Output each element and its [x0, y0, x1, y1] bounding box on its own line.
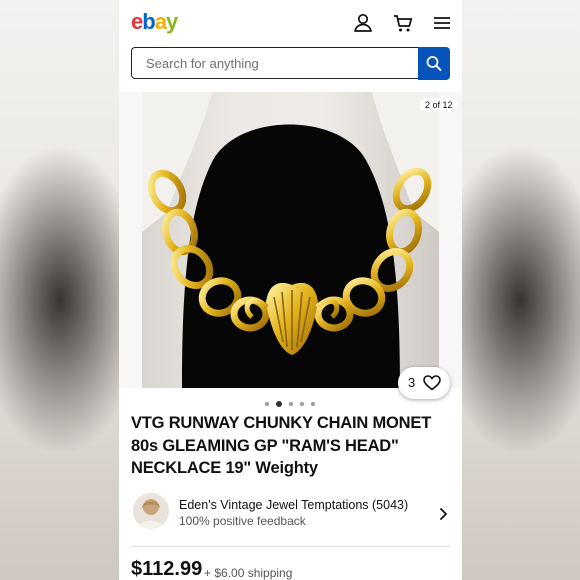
pagination-dot-active[interactable]	[276, 401, 282, 407]
price: $112.99	[131, 558, 203, 580]
search-button[interactable]	[418, 47, 450, 80]
seller-feedback: 100% positive feedback	[179, 514, 306, 528]
search-bar: Search for anything	[131, 47, 450, 80]
shipping-cost: + $6.00 shipping	[204, 566, 293, 580]
logo-letter-a: a	[154, 9, 167, 34]
logo-letter-b: b	[142, 9, 155, 34]
watch-count: 3	[408, 375, 416, 390]
watch-button[interactable]: 3	[398, 367, 450, 399]
chevron-right-icon[interactable]	[437, 507, 449, 521]
top-bar: ebay	[119, 0, 462, 44]
search-icon	[426, 56, 442, 71]
account-icon[interactable]	[352, 12, 374, 34]
pagination-dot[interactable]	[289, 402, 293, 406]
image-gallery[interactable]: 2 of 12	[119, 92, 462, 388]
pagination-dot[interactable]	[311, 402, 315, 406]
cart-icon[interactable]	[392, 12, 414, 34]
logo-letter-e: e	[131, 9, 143, 34]
necklace-image	[142, 92, 439, 388]
divider	[131, 546, 450, 547]
mobile-screen: ebay Search for anything 2 of 12 3 VTG R…	[119, 0, 462, 580]
gallery-pagination	[265, 400, 325, 408]
image-counter: 2 of 12	[420, 98, 458, 112]
seller-name[interactable]: Eden's Vintage Jewel Temptations (5043)	[179, 498, 408, 512]
seller-avatar	[133, 493, 169, 529]
search-placeholder: Search for anything	[146, 56, 259, 71]
pagination-dot[interactable]	[300, 402, 304, 406]
ebay-logo[interactable]: ebay	[131, 9, 178, 35]
listing-title: VTG RUNWAY CHUNKY CHAIN MONET 80s GLEAMI…	[131, 414, 432, 477]
search-input[interactable]: Search for anything	[131, 47, 418, 79]
logo-letter-y: y	[165, 9, 178, 34]
pagination-dot[interactable]	[265, 402, 269, 406]
product-photo[interactable]	[142, 92, 439, 388]
heart-icon	[423, 375, 441, 391]
menu-icon[interactable]	[431, 12, 453, 34]
seller-row[interactable]: Eden's Vintage Jewel Temptations (5043) …	[119, 490, 462, 546]
